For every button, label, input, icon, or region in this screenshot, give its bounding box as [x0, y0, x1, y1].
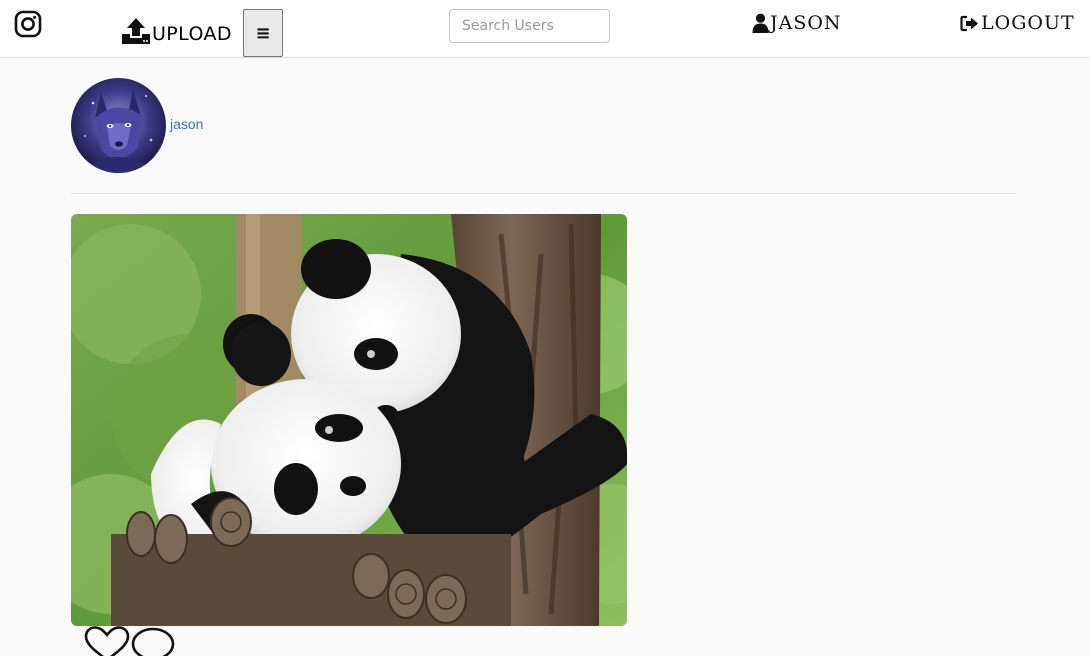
profile-username[interactable]: jason — [170, 116, 203, 132]
search-users-input[interactable] — [449, 9, 610, 43]
user-avatar[interactable] — [71, 78, 166, 173]
hamburger-icon: ≡ — [255, 22, 271, 44]
logout-link[interactable]: LOGOUT — [960, 11, 1075, 35]
logout-label: LOGOUT — [981, 12, 1075, 34]
heart-outline-icon[interactable] — [84, 626, 130, 656]
comment-outline-icon[interactable] — [130, 626, 176, 656]
menu-button[interactable]: ≡ — [243, 9, 283, 57]
upload-label: UPLOAD — [152, 23, 232, 45]
instagram-icon[interactable] — [14, 10, 42, 38]
upload-icon — [122, 18, 150, 44]
profile-link[interactable]: JASON — [752, 11, 842, 35]
post-photo[interactable] — [71, 214, 627, 626]
sign-out-icon — [960, 15, 978, 31]
profile-divider — [71, 193, 1016, 194]
user-icon — [752, 13, 769, 33]
wolf-avatar — [71, 78, 166, 173]
panda-photo — [71, 214, 627, 626]
profile-link-label: JASON — [770, 12, 842, 34]
top-navbar: UPLOAD ≡ JASON LOGOUT — [0, 0, 1090, 58]
upload-link[interactable]: UPLOAD — [121, 13, 232, 45]
